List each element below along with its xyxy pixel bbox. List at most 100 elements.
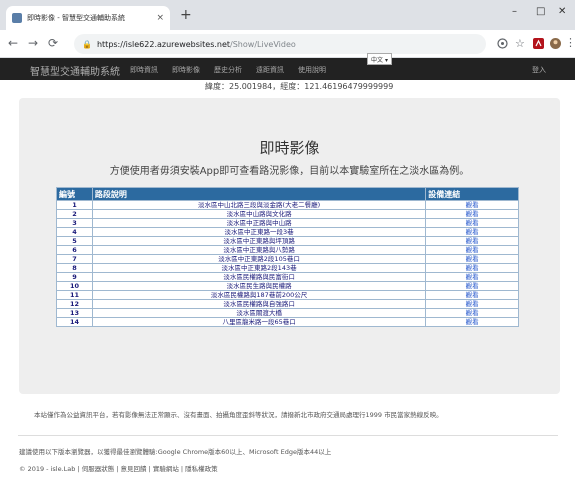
row-number: 4 bbox=[56, 227, 93, 237]
row-description: 淡水區中正路與中山路 bbox=[91, 218, 427, 228]
address-bar[interactable]: 🔒 https://isle622.azurewebsites.net/Show… bbox=[74, 34, 486, 54]
view-link[interactable]: 觀看 bbox=[425, 245, 519, 255]
table-row: 11 淡水區民權路與187巷前200公尺 觀看 bbox=[56, 290, 519, 300]
table-header-row: 編號 路段說明 設備連結 bbox=[56, 187, 519, 201]
nav-link-history-analysis[interactable]: 歷史分析 bbox=[214, 65, 242, 75]
main-panel: 即時影像 方便使用者毋須安裝App即可查看路況影像，目前以本實驗室所在之淡水區為… bbox=[19, 98, 560, 394]
table-row: 9 淡水區民權路與民富街口 觀看 bbox=[56, 272, 519, 282]
site-navbar: 智慧型交通輔助系統 即時資訊 即時影像 歷史分析 遠距資訊 使用說明 登入 bbox=[0, 58, 575, 80]
new-tab-button[interactable]: + bbox=[180, 8, 192, 22]
page-title: 即時影像 bbox=[259, 139, 320, 157]
row-number: 8 bbox=[56, 263, 93, 273]
table-row: 10 淡水區民生路與民權路 觀看 bbox=[56, 281, 519, 291]
header-road-description: 路段說明 bbox=[91, 187, 427, 201]
row-description: 淡水區民權路與自強路口 bbox=[91, 299, 427, 309]
browser-menu-icon[interactable]: ⋮ bbox=[565, 36, 575, 50]
row-description: 淡水區民權路與187巷前200公尺 bbox=[91, 290, 427, 300]
table-row: 2 淡水區中山路與文化路 觀看 bbox=[56, 209, 519, 219]
view-link[interactable]: 觀看 bbox=[425, 299, 519, 309]
view-link[interactable]: 觀看 bbox=[425, 308, 519, 318]
maximize-button[interactable]: □ bbox=[536, 6, 545, 17]
login-link[interactable]: 登入 bbox=[532, 65, 546, 75]
row-description: 淡水區中正東路2段105巷口 bbox=[91, 254, 427, 264]
browser-recommendation: 建議使用以下版本瀏覽器，以獲得最佳瀏覽體驗:Google Chrome版本60以… bbox=[19, 448, 332, 456]
page-subtitle: 方便使用者毋須安裝App即可查看路況影像，目前以本實驗室所在之淡水區為例。 bbox=[109, 166, 470, 177]
language-select-value: 中文 bbox=[371, 57, 384, 64]
nav-link-remote-info[interactable]: 遠距資訊 bbox=[256, 65, 284, 75]
forward-arrow-icon[interactable]: → bbox=[28, 36, 38, 50]
view-link[interactable]: 觀看 bbox=[425, 281, 519, 291]
table-row: 12 淡水區民權路與自強路口 觀看 bbox=[56, 299, 519, 309]
row-number: 13 bbox=[56, 308, 93, 318]
table-row: 5 淡水區中正東路與坪頂路 觀看 bbox=[56, 236, 519, 246]
browser-tab-bar: 即時影像 - 智慧型交通輔助系統 × + – □ ✕ bbox=[0, 0, 575, 30]
url-host: https://isle622.azurewebsites.net bbox=[96, 39, 231, 49]
close-window-button[interactable]: ✕ bbox=[558, 6, 566, 17]
view-link[interactable]: 觀看 bbox=[425, 209, 519, 219]
extension-icon[interactable] bbox=[533, 38, 544, 49]
bookmark-star-icon[interactable]: ☆ bbox=[515, 37, 525, 51]
tab-title: 即時影像 - 智慧型交通輔助系統 bbox=[27, 14, 125, 22]
tab-close-icon[interactable]: × bbox=[156, 13, 164, 23]
lock-icon: 🔒 bbox=[82, 39, 92, 49]
view-link[interactable]: 觀看 bbox=[425, 254, 519, 264]
nav-link-live-video[interactable]: 即時影像 bbox=[172, 65, 200, 75]
table-row: 3 淡水區中正路與中山路 觀看 bbox=[56, 218, 519, 228]
view-link[interactable]: 觀看 bbox=[425, 263, 519, 273]
view-link[interactable]: 觀看 bbox=[425, 290, 519, 300]
view-link[interactable]: 觀看 bbox=[425, 218, 519, 228]
row-number: 14 bbox=[56, 317, 93, 327]
row-description: 淡水區民生路與民權路 bbox=[91, 281, 427, 291]
browser-tab[interactable]: 即時影像 - 智慧型交通輔助系統 × bbox=[6, 6, 170, 30]
row-description: 淡水區民權路與民富街口 bbox=[91, 272, 427, 282]
chevron-down-icon: ▾ bbox=[384, 57, 388, 64]
header-number: 編號 bbox=[56, 187, 93, 201]
minimize-button[interactable]: – bbox=[512, 6, 517, 17]
view-link[interactable]: 觀看 bbox=[425, 227, 519, 237]
site-favicon-icon bbox=[12, 13, 22, 23]
view-link[interactable]: 觀看 bbox=[425, 317, 519, 327]
site-brand[interactable]: 智慧型交通輔助系統 bbox=[30, 63, 120, 78]
row-description: 淡水區中山北路三段與淡金路(大老二餐廳) bbox=[91, 200, 427, 210]
camera-table: 編號 路段說明 設備連結 1 淡水區中山北路三段與淡金路(大老二餐廳) 觀看 2… bbox=[56, 187, 519, 327]
header-device-link: 設備連結 bbox=[425, 187, 519, 201]
row-number: 12 bbox=[56, 299, 93, 309]
row-description: 淡水區中正東路2段143巷 bbox=[91, 263, 427, 273]
row-description: 淡水區關渡大橋 bbox=[91, 308, 427, 318]
language-select[interactable]: 中文 ▾ bbox=[367, 53, 392, 65]
browser-toolbar: ← → ⟳ 🔒 https://isle622.azurewebsites.ne… bbox=[0, 30, 575, 58]
url-text: https://isle622.azurewebsites.net/Show/L… bbox=[97, 40, 296, 49]
location-icon[interactable] bbox=[497, 38, 508, 49]
view-link[interactable]: 觀看 bbox=[425, 200, 519, 210]
back-arrow-icon[interactable]: ← bbox=[8, 36, 18, 50]
nav-links: 即時資訊 即時影像 歷史分析 遠距資訊 使用說明 bbox=[130, 65, 340, 75]
footer-notice: 本站僅作為公益資訊平台，若有影像無法正常顯示、沒有畫面、拍攝角度歪斜等狀況，請撥… bbox=[34, 411, 443, 419]
view-link[interactable]: 觀看 bbox=[425, 272, 519, 282]
row-description: 淡水區中山路與文化路 bbox=[91, 209, 427, 219]
row-number: 10 bbox=[56, 281, 93, 291]
row-description: 淡水區中正東路一段3巷 bbox=[91, 227, 427, 237]
table-row: 8 淡水區中正東路2段143巷 觀看 bbox=[56, 263, 519, 273]
row-description: 八里區龍米路一段65巷口 bbox=[91, 317, 427, 327]
row-number: 7 bbox=[56, 254, 93, 264]
reload-icon[interactable]: ⟳ bbox=[48, 36, 58, 50]
url-path: /Show/LiveVideo bbox=[230, 39, 296, 49]
view-link[interactable]: 觀看 bbox=[425, 236, 519, 246]
footer-links[interactable]: © 2019 - isle.Lab | 伺服器狀態 | 意見回饋 | 實驗網站 … bbox=[19, 463, 218, 473]
footer-divider bbox=[18, 435, 558, 436]
row-description: 淡水區中正東路與坪頂路 bbox=[91, 236, 427, 246]
row-number: 2 bbox=[56, 209, 93, 219]
profile-avatar-icon[interactable] bbox=[550, 38, 561, 49]
row-number: 1 bbox=[56, 200, 93, 210]
row-description: 淡水區中正東路與八勢路 bbox=[91, 245, 427, 255]
table-row: 7 淡水區中正東路2段105巷口 觀看 bbox=[56, 254, 519, 264]
nav-link-user-guide[interactable]: 使用說明 bbox=[298, 65, 326, 75]
location-coordinates: 緯度：25.001984，經度：121.46196479999999 bbox=[205, 82, 394, 91]
table-row: 4 淡水區中正東路一段3巷 觀看 bbox=[56, 227, 519, 237]
row-number: 11 bbox=[56, 290, 93, 300]
nav-link-realtime-info[interactable]: 即時資訊 bbox=[130, 65, 158, 75]
row-number: 3 bbox=[56, 218, 93, 228]
row-number: 9 bbox=[56, 272, 93, 282]
row-number: 5 bbox=[56, 236, 93, 246]
table-row: 1 淡水區中山北路三段與淡金路(大老二餐廳) 觀看 bbox=[56, 200, 519, 210]
